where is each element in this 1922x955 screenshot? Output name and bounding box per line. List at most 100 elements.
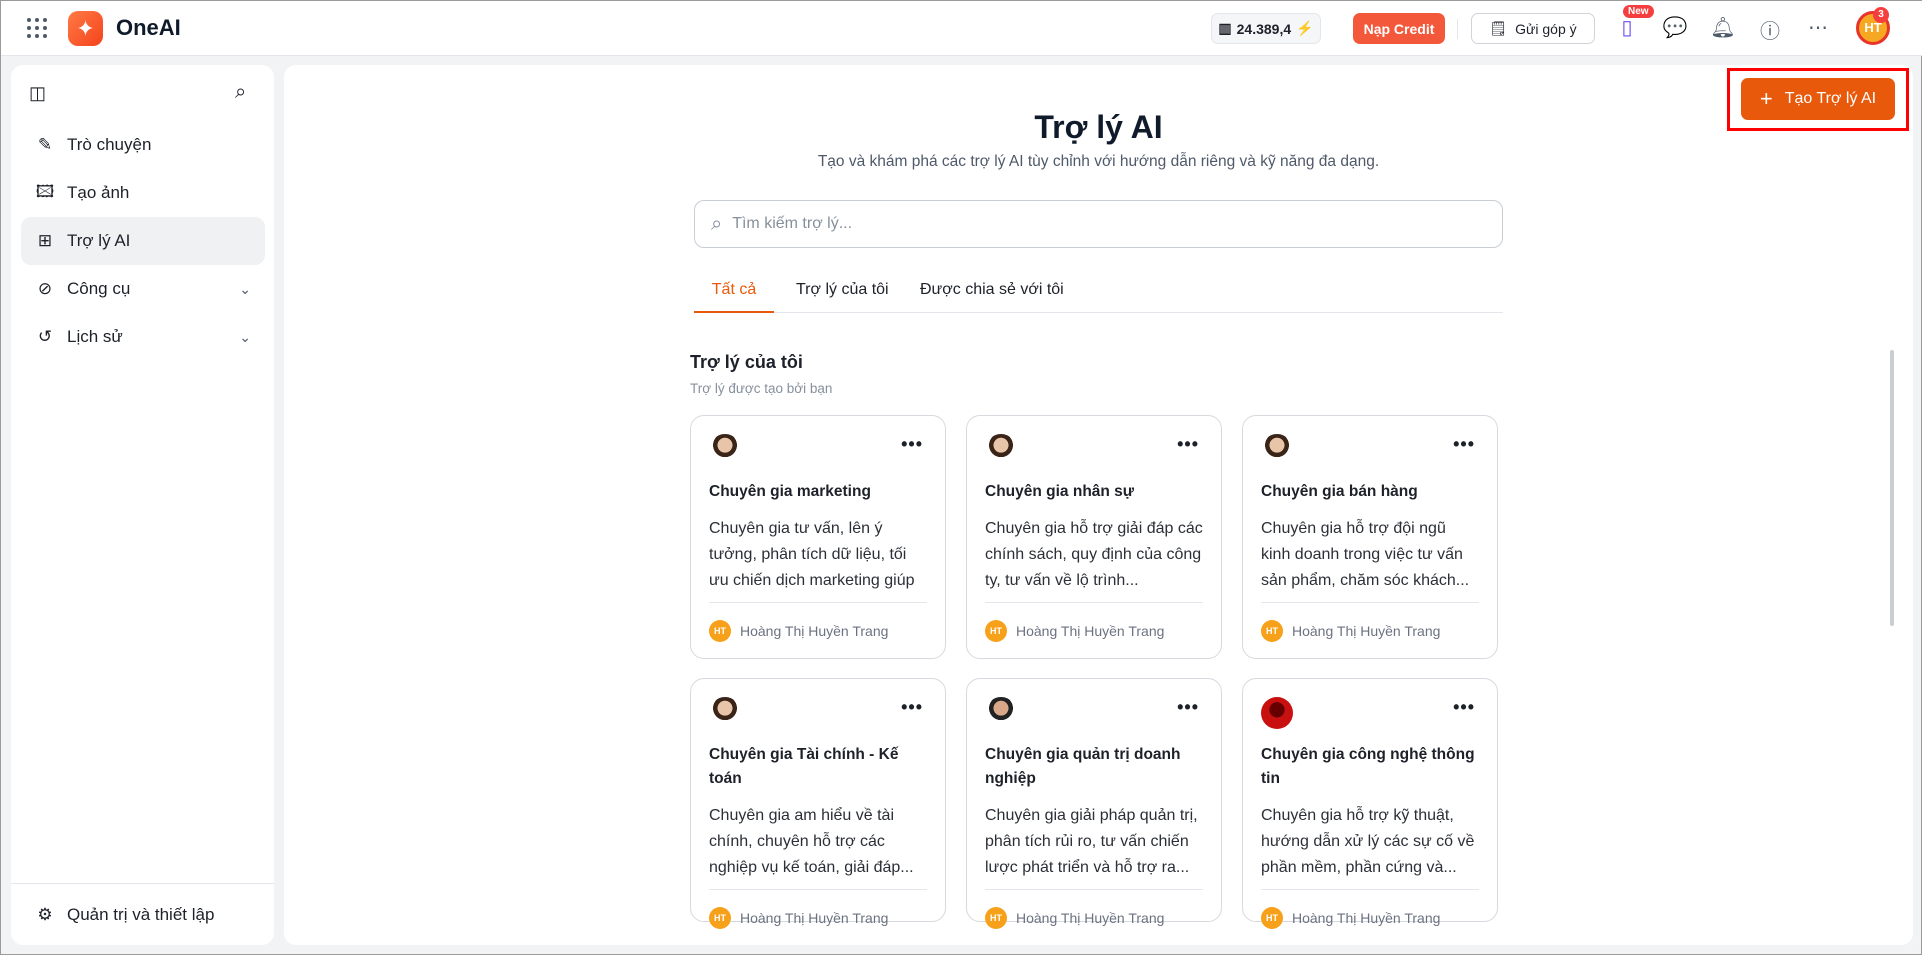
- more-options-icon[interactable]: •••: [901, 697, 923, 718]
- assistant-description: Chuyên gia hỗ trợ đội ngũ kinh doanh tro…: [1261, 520, 1470, 589]
- assistant-avatar: [1261, 697, 1293, 729]
- section-subtitle: Trợ lý được tạo bởi bạn: [690, 381, 833, 396]
- author-avatar: HT: [709, 907, 731, 929]
- create-label: Tạo Trợ lý AI: [1784, 90, 1877, 107]
- search-icon[interactable]: ⌕: [235, 81, 246, 104]
- chat-icon[interactable]: 💬: [1662, 15, 1688, 40]
- author-avatar: HT: [1261, 620, 1283, 642]
- sidebar-item-label: Trợ lý AI: [67, 231, 131, 250]
- feedback-icon: 🗒: [1489, 20, 1508, 36]
- author-name: Hoàng Thị Huyền Trang: [1016, 910, 1165, 926]
- assistant-author: HT Hoàng Thị Huyền Trang: [709, 602, 927, 642]
- sidebar-item-label: Trò chuyện: [67, 135, 152, 154]
- assistant-card[interactable]: ••• Chuyên gia nhân sự Chuyên gia hỗ trợ…: [966, 415, 1222, 659]
- divider: [1457, 19, 1458, 39]
- sidebar-item-label: Công cụ: [67, 279, 131, 298]
- history-icon: ↺: [37, 327, 53, 346]
- assistant-title: Chuyên gia Tài chính - Kế toán: [709, 746, 899, 787]
- assistant-avatar: [709, 434, 741, 466]
- more-options-icon[interactable]: •••: [1453, 697, 1475, 718]
- tab-my-assistants[interactable]: Trợ lý của tôi: [796, 275, 889, 313]
- mobile-app-icon[interactable]: ▯: [1614, 15, 1640, 40]
- sidebar-item-settings[interactable]: ⚙ Quản trị và thiết lập: [21, 891, 265, 939]
- sidebar: ◫ ⌕ ✎ Trò chuyện 🖾 Tạo ảnh ⊞ Trợ lý AI ⊘ Côn…: [11, 65, 274, 945]
- sidebar-item-history[interactable]: ↺ Lịch sử ⌄: [21, 313, 265, 361]
- main-panel: + Tạo Trợ lý AI Trợ lý AI Tạo và khám phá…: [284, 65, 1913, 945]
- assistant-author: HT Hoàng Thị Huyền Trang: [985, 602, 1203, 642]
- page-subtitle: Tạo và khám phá các trợ lý AI tùy chỉnh …: [817, 153, 1380, 170]
- search-input[interactable]: ⌕ Tìm kiếm trợ lý...: [694, 200, 1503, 248]
- credit-value: 24.389,4: [1236, 20, 1292, 37]
- tab-bar: Tất cả Trợ lý của tôi Được chia sẻ với t…: [694, 275, 1503, 313]
- assistant-title: Chuyên gia nhân sự: [985, 483, 1135, 500]
- author-avatar: HT: [709, 620, 731, 642]
- assistant-card[interactable]: ••• Chuyên gia bán hàng Chuyên gia hỗ tr…: [1242, 415, 1498, 659]
- bell-icon[interactable]: 🔔︎: [1710, 15, 1736, 40]
- assistant-title: Chuyên gia marketing: [709, 483, 871, 500]
- assistant-author: HT Hoàng Thị Huyền Trang: [1261, 602, 1479, 642]
- assistant-title: Chuyên gia quản trị doanh nghiệp: [985, 746, 1181, 787]
- sidebar-item-tools[interactable]: ⊘ Công cụ ⌄: [21, 265, 265, 313]
- grid-icon: ⊞: [37, 231, 53, 250]
- building-icon: ▥: [1218, 20, 1232, 36]
- sidebar-item-label: Lịch sử: [67, 327, 123, 346]
- more-options-icon[interactable]: •••: [901, 434, 923, 455]
- more-options-icon[interactable]: •••: [1177, 697, 1199, 718]
- feedback-label: Gửi góp ý: [1515, 20, 1577, 37]
- assistant-description: Chuyên gia hỗ trợ giải đáp các chính sác…: [985, 520, 1203, 589]
- section-title: Trợ lý của tôi: [690, 352, 803, 372]
- author-avatar: HT: [1261, 907, 1283, 929]
- assistant-description: Chuyên gia hỗ trợ kỹ thuật, hướng dẫn xử…: [1261, 807, 1475, 876]
- author-name: Hoàng Thị Huyền Trang: [1016, 623, 1165, 639]
- feedback-button[interactable]: 🗒 Gửi góp ý: [1471, 13, 1595, 44]
- author-avatar: HT: [985, 907, 1007, 929]
- assistant-card[interactable]: ••• Chuyên gia Tài chính - Kế toán Chuyê…: [690, 678, 946, 929]
- lightning-icon: ⚡: [1296, 20, 1314, 36]
- search-icon: ⌕: [711, 212, 723, 235]
- author-name: Hoàng Thị Huyền Trang: [740, 910, 889, 926]
- assistant-author: HT Hoàng Thị Huyền Trang: [985, 889, 1203, 929]
- page-title: Trợ lý AI: [1034, 109, 1163, 145]
- logo-icon: ✦: [68, 11, 103, 46]
- author-name: Hoàng Thị Huyền Trang: [1292, 623, 1441, 639]
- assistant-author: HT Hoàng Thị Huyền Trang: [1261, 889, 1479, 929]
- sidebar-toggle-icon[interactable]: ◫: [29, 83, 46, 104]
- assistant-card[interactable]: ••• Chuyên gia marketing Chuyên gia tư v…: [690, 415, 946, 659]
- notification-badge: 3: [1873, 7, 1889, 23]
- sidebar-item-create-image[interactable]: 🖾 Tạo ảnh: [21, 169, 265, 217]
- image-plus-icon: 🖾: [35, 181, 55, 201]
- assistant-avatar: [985, 434, 1017, 466]
- assistant-avatar: [985, 697, 1017, 729]
- sidebar-item-chat[interactable]: ✎ Trò chuyện: [21, 121, 265, 169]
- scrollbar[interactable]: [1890, 350, 1894, 626]
- assistant-title: Chuyên gia công nghệ thông tin: [1261, 746, 1475, 787]
- assistant-card[interactable]: ••• Chuyên gia công nghệ thông tin Chuyê…: [1242, 678, 1498, 929]
- compass-icon: ⊘: [37, 279, 53, 298]
- sidebar-item-ai-assistant[interactable]: ⊞ Trợ lý AI: [21, 217, 265, 265]
- assistant-title: Chuyên gia bán hàng: [1261, 483, 1418, 500]
- more-icon[interactable]: ⋯: [1805, 15, 1831, 40]
- assistant-avatar: [709, 697, 741, 729]
- assistant-author: HT Hoàng Thị Huyền Trang: [709, 889, 927, 929]
- help-icon[interactable]: ⓘ: [1757, 15, 1783, 44]
- divider: [11, 883, 274, 884]
- topup-credit-button[interactable]: Nạp Credit: [1353, 13, 1445, 44]
- assistant-card[interactable]: ••• Chuyên gia quản trị doanh nghiệp Chu…: [966, 678, 1222, 929]
- assistant-description: Chuyên gia giải pháp quản trị, phân tích…: [985, 807, 1198, 876]
- new-badge: New: [1623, 5, 1654, 18]
- top-bar: ✦ OneAI ▥ 24.389,4 ⚡ Nạp Credit 🗒 Gửi góp ý…: [1, 1, 1922, 56]
- app-launcher-icon[interactable]: [27, 18, 47, 38]
- more-options-icon[interactable]: •••: [1453, 434, 1475, 455]
- chevron-down-icon: ⌄: [239, 280, 251, 297]
- more-options-icon[interactable]: •••: [1177, 434, 1199, 455]
- search-placeholder: Tìm kiếm trợ lý...: [732, 215, 853, 232]
- tab-all[interactable]: Tất cả: [694, 275, 774, 313]
- assistant-description: Chuyên gia am hiểu về tài chính, chuyên …: [709, 807, 914, 876]
- sidebar-item-label: Quản trị và thiết lập: [67, 905, 215, 924]
- tab-shared-with-me[interactable]: Được chia sẻ với tôi: [920, 275, 1064, 313]
- author-name: Hoàng Thị Huyền Trang: [740, 623, 889, 639]
- credit-balance[interactable]: ▥ 24.389,4 ⚡: [1211, 13, 1321, 44]
- author-name: Hoàng Thị Huyền Trang: [1292, 910, 1441, 926]
- sidebar-item-label: Tạo ảnh: [67, 183, 130, 202]
- chevron-down-icon: ⌄: [239, 328, 251, 345]
